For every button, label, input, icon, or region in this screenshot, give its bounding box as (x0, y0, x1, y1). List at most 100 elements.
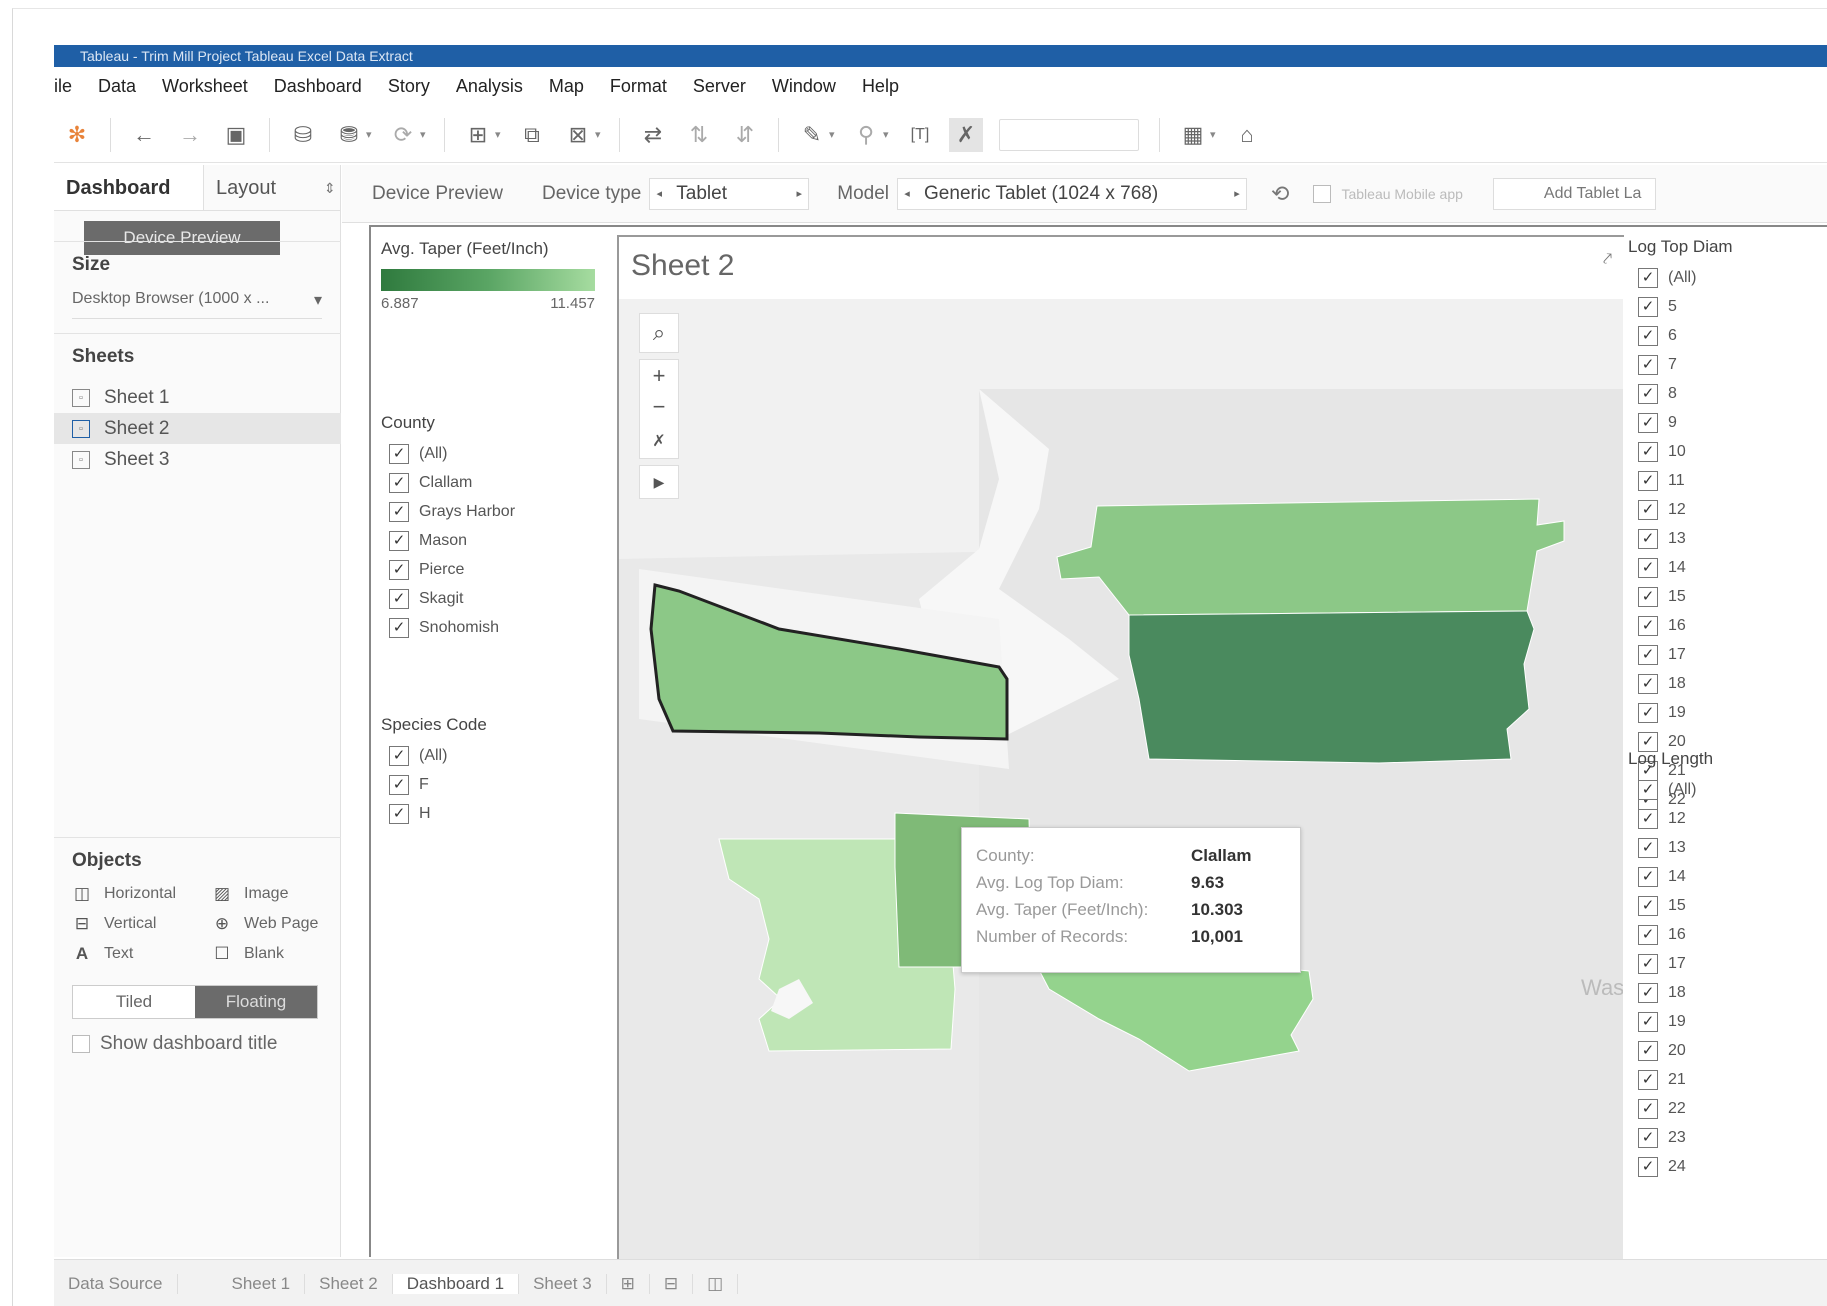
log-top-diam-item[interactable]: ✓ 18 (1624, 669, 1827, 698)
log-length-item[interactable]: ✓ 18 (1624, 978, 1827, 1007)
fix-axes-icon[interactable]: ✗ (949, 117, 983, 152)
checkbox-checked-icon[interactable]: ✓ (389, 803, 409, 824)
object-horizontal[interactable]: ◫ Horizontal (72, 884, 212, 904)
log-top-diam-item[interactable]: ✓ 13 (1624, 524, 1827, 553)
log-top-diam-item[interactable]: ✓ 12 (1624, 495, 1827, 524)
chevron-down-icon[interactable]: ▾ (595, 128, 605, 141)
filter-item[interactable]: ✓ Snohomish (381, 613, 515, 642)
duplicate-sheet-icon[interactable]: ⧉ (515, 118, 549, 152)
log-top-diam-item[interactable]: ✓ 5 (1624, 292, 1827, 321)
chevron-down-icon[interactable]: ▾ (495, 128, 505, 141)
menu-window[interactable]: Window (772, 76, 836, 97)
filter-item[interactable]: ✓ (All) (381, 439, 515, 468)
menu-worksheet[interactable]: Worksheet (162, 76, 248, 97)
checkbox-checked-icon[interactable]: ✓ (1638, 1040, 1658, 1061)
menu-help[interactable]: Help (862, 76, 899, 97)
filter-item[interactable]: ✓ Pierce (381, 555, 515, 584)
checkbox-checked-icon[interactable]: ✓ (1638, 412, 1658, 433)
new-dashboard-icon[interactable]: ⊟ (650, 1273, 694, 1294)
menu-map[interactable]: Map (549, 76, 584, 97)
filter-item[interactable]: ✓ Skagit (381, 584, 515, 613)
log-length-item[interactable]: ✓ 24 (1624, 1152, 1827, 1181)
refresh-icon[interactable]: ⟳ (386, 118, 420, 152)
log-top-diam-item[interactable]: ✓ 8 (1624, 379, 1827, 408)
chevron-down-icon[interactable]: ▾ (420, 128, 430, 141)
checkbox-checked-icon[interactable]: ✓ (1638, 866, 1658, 887)
checkbox-checked-icon[interactable]: ✓ (1638, 982, 1658, 1003)
checkbox[interactable] (72, 1035, 90, 1053)
checkbox-checked-icon[interactable]: ✓ (1638, 779, 1658, 800)
pin-icon[interactable]: ✗ (639, 423, 679, 459)
checkbox-checked-icon[interactable]: ✓ (1638, 953, 1658, 974)
checkbox-checked-icon[interactable]: ✓ (389, 472, 409, 493)
menu-format[interactable]: Format (610, 76, 667, 97)
log-top-diam-item[interactable]: ✓ 6 (1624, 321, 1827, 350)
object-vertical[interactable]: ⊟ Vertical (72, 914, 212, 934)
swap-icon[interactable]: ⇄ (636, 118, 670, 152)
menu-server[interactable]: Server (693, 76, 746, 97)
save-icon[interactable]: ▣ (219, 118, 253, 152)
county-snohomish[interactable] (1128, 610, 1535, 764)
fit-dropdown[interactable] (999, 118, 1139, 151)
log-top-diam-item[interactable]: ✓ 15 (1624, 582, 1827, 611)
log-top-diam-item[interactable]: ✓ 9 (1624, 408, 1827, 437)
object-blank[interactable]: ☐ Blank (212, 944, 332, 964)
filter-item[interactable]: ✓ Grays Harbor (381, 497, 515, 526)
log-length-item[interactable]: ✓ 20 (1624, 1036, 1827, 1065)
checkbox-checked-icon[interactable]: ✓ (1638, 354, 1658, 375)
zoom-in-icon[interactable]: + (639, 359, 679, 391)
checkbox-checked-icon[interactable]: ✓ (1638, 528, 1658, 549)
size-dropdown[interactable]: Desktop Browser (1000 x ... ▾ (72, 290, 322, 319)
checkbox-checked-icon[interactable]: ✓ (1638, 557, 1658, 578)
log-length-item[interactable]: ✓ 12 (1624, 804, 1827, 833)
chevron-down-icon[interactable]: ▾ (366, 128, 376, 141)
tableau-logo-icon[interactable]: ✻ (60, 118, 94, 152)
chevron-left-icon[interactable]: ◂ (898, 187, 916, 200)
checkbox-checked-icon[interactable]: ✓ (1638, 1127, 1658, 1148)
checkbox-checked-icon[interactable]: ✓ (1638, 615, 1658, 636)
new-worksheet-icon[interactable]: ⊞ (607, 1273, 650, 1294)
sheet-item-2[interactable]: ▫ Sheet 2 (54, 413, 341, 444)
model-select[interactable]: ◂ Generic Tablet (1024 x 768) ▸ (897, 177, 1248, 210)
highlight-icon[interactable]: ✎ (795, 118, 829, 152)
menu-story[interactable]: Story (388, 76, 430, 97)
show-dashboard-title-option[interactable]: Show dashboard title (72, 1033, 277, 1055)
checkbox-checked-icon[interactable]: ✓ (389, 559, 409, 580)
log-top-diam-item[interactable]: ✓ 11 (1624, 466, 1827, 495)
checkbox-checked-icon[interactable]: ✓ (1638, 441, 1658, 462)
show-labels-icon[interactable]: [T] (903, 118, 937, 152)
checkbox-checked-icon[interactable]: ✓ (1638, 644, 1658, 665)
log-length-item[interactable]: ✓ (All) (1624, 775, 1827, 804)
clear-sheet-icon[interactable]: ⊠ (561, 118, 595, 152)
expand-toolbar-icon[interactable]: ▶ (639, 465, 679, 499)
menu-analysis[interactable]: Analysis (456, 76, 523, 97)
log-top-diam-item[interactable]: ✓ 7 (1624, 350, 1827, 379)
checkbox-checked-icon[interactable]: ✓ (1638, 383, 1658, 404)
checkbox-checked-icon[interactable]: ✓ (1638, 499, 1658, 520)
log-length-item[interactable]: ✓ 13 (1624, 833, 1827, 862)
menu-file[interactable]: ile (54, 76, 72, 97)
tab-data-source[interactable]: Data Source (54, 1273, 178, 1294)
log-length-item[interactable]: ✓ 23 (1624, 1123, 1827, 1152)
log-length-item[interactable]: ✓ 16 (1624, 920, 1827, 949)
sort-descending-icon[interactable]: ⇵ (728, 118, 762, 152)
checkbox-checked-icon[interactable]: ✓ (1638, 586, 1658, 607)
chevron-down-icon[interactable]: ▾ (829, 128, 839, 141)
tab-sheet-1[interactable]: Sheet 1 (218, 1273, 306, 1294)
log-top-diam-item[interactable]: ✓ (All) (1624, 263, 1827, 292)
chevron-right-icon[interactable]: ▸ (790, 187, 808, 200)
rotate-icon[interactable]: ⟲ (1271, 181, 1289, 207)
pause-updates-icon[interactable]: ⛃ (332, 118, 366, 152)
checkbox-checked-icon[interactable]: ✓ (389, 745, 409, 766)
panel-menu-icon[interactable]: ⇕ (324, 165, 336, 210)
checkbox-checked-icon[interactable]: ✓ (1638, 702, 1658, 723)
checkbox-checked-icon[interactable]: ✓ (1638, 1098, 1658, 1119)
checkbox-checked-icon[interactable]: ✓ (389, 443, 409, 464)
tab-dashboard[interactable]: Dashboard (54, 165, 204, 210)
checkbox-checked-icon[interactable]: ✓ (389, 501, 409, 522)
mobile-app-checkbox[interactable] (1313, 184, 1332, 203)
checkbox-checked-icon[interactable]: ✓ (1638, 1011, 1658, 1032)
log-length-item[interactable]: ✓ 22 (1624, 1094, 1827, 1123)
new-sheet-icon[interactable]: ⊞ (461, 118, 495, 152)
log-top-diam-item[interactable]: ✓ 14 (1624, 553, 1827, 582)
